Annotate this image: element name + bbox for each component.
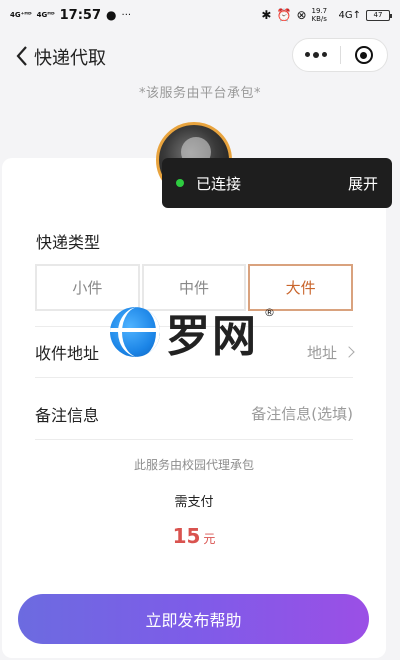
registered-mark: ®: [264, 306, 275, 319]
target-icon: [354, 46, 373, 64]
signal-2: 4Gᴴᴰ: [36, 10, 55, 19]
more-button[interactable]: [293, 39, 340, 71]
status-bar: 4G⁺ᴴᴰ 4Gᴴᴰ 17:57 ● ··· ✱ ⏰ ⊗ 19.7 KB/s 4…: [0, 0, 400, 30]
back-button[interactable]: [10, 42, 34, 70]
mini-program-capsule: [292, 38, 388, 72]
more-dots-icon: [305, 52, 328, 58]
expand-button[interactable]: 展开: [348, 173, 378, 194]
battery-icon: 47: [366, 9, 392, 21]
net-type: 4G↑: [338, 9, 362, 21]
publish-help-button[interactable]: 立即发布帮助: [18, 594, 369, 644]
mute-icon: ⊗: [296, 8, 307, 22]
globe-icon: [110, 307, 160, 357]
price-unit: 元: [203, 532, 216, 546]
close-mini-program-button[interactable]: [341, 39, 388, 71]
clock: 17:57: [59, 7, 102, 23]
price-value: 15: [172, 524, 201, 548]
remark-row[interactable]: 备注信息 备注信息(选填): [35, 388, 353, 440]
remark-label: 备注信息: [35, 405, 100, 425]
service-note: 此服务由校园代理承包: [133, 458, 254, 472]
connection-toast: 已连接 展开: [162, 158, 392, 208]
watermark-logo: 罗网 ®: [110, 302, 290, 362]
more-dots-icon: ···: [121, 9, 132, 21]
payment-label: 需支付: [174, 495, 214, 510]
address-value: 地址: [306, 343, 337, 362]
page-title: 快递代取: [34, 48, 106, 69]
net-speed: 19.7 KB/s: [311, 7, 328, 23]
service-notice: *该服务由平台承包*: [138, 86, 261, 101]
chevron-left-icon: [16, 46, 27, 66]
address-label: 收件地址: [35, 344, 100, 363]
alarm-icon: ⏰: [276, 8, 292, 22]
connected-dot-icon: [176, 179, 184, 187]
chevron-right-icon: [343, 346, 355, 358]
nav-bar: 快递代取: [0, 36, 400, 76]
express-type-title: 快递类型: [36, 233, 101, 252]
connection-status: 已连接: [196, 174, 242, 193]
watermark-text: 罗网: [166, 311, 258, 362]
bluetooth-icon: ✱: [261, 8, 272, 22]
chat-bubble-icon: ●: [106, 8, 117, 22]
payment-amount: 15 元: [0, 524, 388, 548]
remark-input[interactable]: 备注信息(选填): [251, 403, 353, 424]
signal-1: 4G⁺ᴴᴰ: [10, 10, 32, 19]
